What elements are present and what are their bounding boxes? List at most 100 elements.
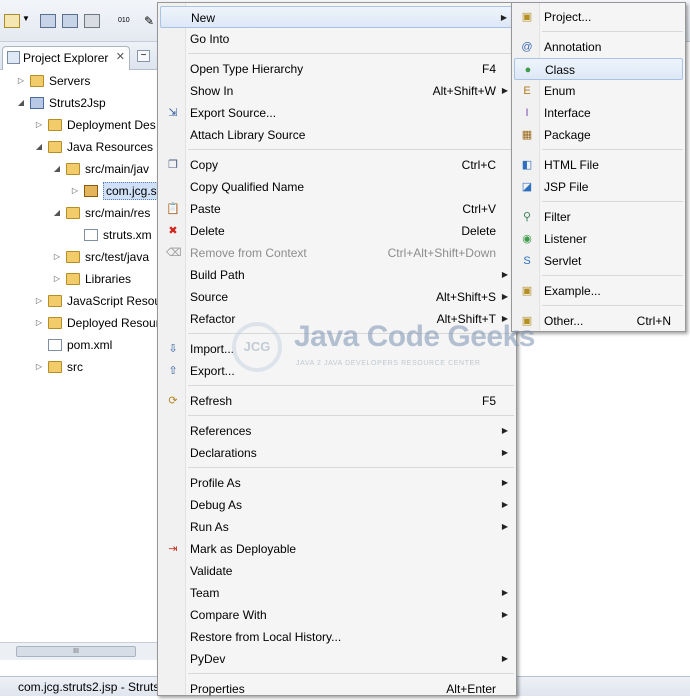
menu-item-label: Refresh xyxy=(190,394,233,408)
menu-item-delete[interactable]: ✖ Delete Delete xyxy=(160,220,514,242)
tree-item-com-jcg-s[interactable]: ▷ com.jcg.s xyxy=(0,182,160,200)
tree-item-label: com.jcg.s xyxy=(103,182,160,200)
menu-item-label: Debug As xyxy=(190,498,243,512)
minimize-button[interactable]: − xyxy=(137,50,150,62)
new-item-class[interactable]: ● Class xyxy=(514,58,683,80)
new-item-project[interactable]: ▣ Project... xyxy=(514,6,683,28)
new-item-interface[interactable]: I Interface xyxy=(514,102,683,124)
submenu-arrow-icon: ▶ xyxy=(501,426,508,435)
expand-icon[interactable]: ▷ xyxy=(34,314,44,332)
save-all-icon[interactable] xyxy=(62,14,78,28)
menu-item-export-source[interactable]: ⇲ Export Source... xyxy=(160,102,514,124)
tree-item-deployed-resour[interactable]: ▷ Deployed Resour xyxy=(0,314,160,332)
tree-item-java-resources[interactable]: ◢ Java Resources xyxy=(0,138,160,156)
menu-item-copy[interactable]: ❐ Copy Ctrl+C xyxy=(160,154,514,176)
menu-item-open-type-hierarchy[interactable]: Open Type Hierarchy F4 xyxy=(160,58,514,80)
tree-item-src-main-res[interactable]: ◢ src/main/res xyxy=(0,204,160,222)
menu-item-copy-qualified-name[interactable]: Copy Qualified Name xyxy=(160,176,514,198)
menu-item-label: Annotation xyxy=(544,40,602,54)
folder-icon xyxy=(48,317,62,329)
tree-item-deployment-des[interactable]: ▷ Deployment Des xyxy=(0,116,160,134)
menu-item-label: New xyxy=(191,11,216,25)
menu-item-validate[interactable]: Validate xyxy=(160,560,514,582)
tree-item-servers[interactable]: ▷ Servers xyxy=(0,72,160,90)
menu-item-show-in[interactable]: Show In Alt+Shift+W ▶ xyxy=(160,80,514,102)
submenu-arrow-icon: ▶ xyxy=(501,478,508,487)
collapse-icon[interactable]: ◢ xyxy=(52,160,62,178)
file-icon xyxy=(84,229,98,241)
menu-item-attach-library-source[interactable]: Attach Library Source xyxy=(160,124,514,146)
close-icon[interactable]: ✕ xyxy=(116,50,125,63)
menu-item-label: Listener xyxy=(544,232,587,246)
expand-icon[interactable]: ▷ xyxy=(34,116,44,134)
scrollbar-thumb[interactable]: III xyxy=(16,646,136,657)
tree-item-libraries[interactable]: ▷ Libraries xyxy=(0,270,160,288)
new-item-package[interactable]: ▦ Package xyxy=(514,124,683,146)
tree-item-javascript-resou[interactable]: ▷ JavaScript Resou xyxy=(0,292,161,310)
new-item-filter[interactable]: ⚲ Filter xyxy=(514,206,683,228)
expand-icon[interactable]: ▷ xyxy=(70,182,80,200)
menu-separator xyxy=(188,673,514,674)
expand-icon[interactable]: ▷ xyxy=(34,358,44,376)
collapse-icon[interactable]: ◢ xyxy=(34,138,44,156)
collapse-icon[interactable]: ◢ xyxy=(52,204,62,222)
tree-item-src-test-java[interactable]: ▷ src/test/java xyxy=(0,248,160,266)
new-item-html-file[interactable]: ◧ HTML File xyxy=(514,154,683,176)
menu-item-debug-as[interactable]: Debug As ▶ xyxy=(160,494,514,516)
print-icon[interactable] xyxy=(84,14,100,28)
menu-item-refresh[interactable]: ⟳ Refresh F5 xyxy=(160,390,514,412)
new-item-annotation[interactable]: @ Annotation xyxy=(514,36,683,58)
new-item-example[interactable]: ▣ Example... xyxy=(514,280,683,302)
new-item-listener[interactable]: ◉ Listener xyxy=(514,228,683,250)
expand-icon[interactable]: ▷ xyxy=(34,292,44,310)
expand-icon[interactable]: ▷ xyxy=(52,270,62,288)
menu-item-shortcut: Alt+Shift+W xyxy=(432,84,496,98)
expand-icon[interactable]: ▷ xyxy=(52,248,62,266)
tree-item-label: struts.xm xyxy=(103,228,152,242)
save-icon[interactable] xyxy=(40,14,56,28)
menu-item-declarations[interactable]: Declarations ▶ xyxy=(160,442,514,464)
menu-item-label: Class xyxy=(545,63,576,77)
menu-item-label: PyDev xyxy=(190,652,226,666)
expand-icon[interactable]: ▷ xyxy=(16,72,26,90)
tree-item-src[interactable]: ▷ src xyxy=(0,358,160,376)
menu-item-compare-with[interactable]: Compare With ▶ xyxy=(160,604,514,626)
horizontal-scrollbar[interactable]: III xyxy=(0,642,160,660)
menu-item-label: Refactor xyxy=(190,312,236,326)
new-item-enum[interactable]: E Enum xyxy=(514,80,683,102)
refresh-icon: ⟳ xyxy=(168,395,178,407)
new-item-other[interactable]: ▣ Other... Ctrl+N xyxy=(514,310,683,332)
new-project-icon: ▣ xyxy=(521,11,533,23)
menu-item-go-into[interactable]: Go Into xyxy=(160,28,514,50)
new-icon[interactable] xyxy=(4,14,20,28)
tree-item-struts2jsp[interactable]: ◢ Struts2Jsp xyxy=(0,94,160,112)
menu-item-paste[interactable]: 📋 Paste Ctrl+V xyxy=(160,198,514,220)
menu-item-team[interactable]: Team ▶ xyxy=(160,582,514,604)
dropdown-arrow-icon[interactable]: ▼ xyxy=(22,14,30,28)
binary-icon[interactable]: 010 xyxy=(118,14,134,28)
new-item-jsp-file[interactable]: ◪ JSP File xyxy=(514,176,683,198)
menu-item-label: JSP File xyxy=(544,180,589,194)
menu-item-new[interactable]: New ▶ xyxy=(160,6,514,28)
tree-item-struts-xm[interactable]: struts.xm xyxy=(0,226,160,244)
menu-item-mark-as-deployable[interactable]: ⇥ Mark as Deployable xyxy=(160,538,514,560)
watermark-subtitle: JAVA 2 JAVA DEVELOPERS RESOURCE CENTER xyxy=(296,360,481,367)
submenu-arrow-icon: ▶ xyxy=(501,270,508,279)
menu-item-build-path[interactable]: Build Path ▶ xyxy=(160,264,514,286)
export-icon: ⇧ xyxy=(168,365,178,377)
menu-item-profile-as[interactable]: Profile As ▶ xyxy=(160,472,514,494)
tab-project-explorer[interactable]: Project Explorer ✕ xyxy=(2,46,130,70)
new-item-servlet[interactable]: S Servlet xyxy=(514,250,683,272)
menu-item-run-as[interactable]: Run As ▶ xyxy=(160,516,514,538)
file-icon xyxy=(48,339,62,351)
menu-item-references[interactable]: References ▶ xyxy=(160,420,514,442)
jsp-file-icon: ◪ xyxy=(521,181,533,193)
menu-item-source[interactable]: Source Alt+Shift+S ▶ xyxy=(160,286,514,308)
tree-item-src-main-jav[interactable]: ◢ src/main/jav xyxy=(0,160,160,178)
menu-item-pydev[interactable]: PyDev ▶ xyxy=(160,648,514,670)
tree-item-pom-xml[interactable]: pom.xml xyxy=(0,336,160,354)
menu-item-properties[interactable]: Properties Alt+Enter xyxy=(160,678,514,700)
annotation-icon: @ xyxy=(521,41,533,53)
collapse-icon[interactable]: ◢ xyxy=(16,94,26,112)
menu-item-restore-from-local-history[interactable]: Restore from Local History... xyxy=(160,626,514,648)
